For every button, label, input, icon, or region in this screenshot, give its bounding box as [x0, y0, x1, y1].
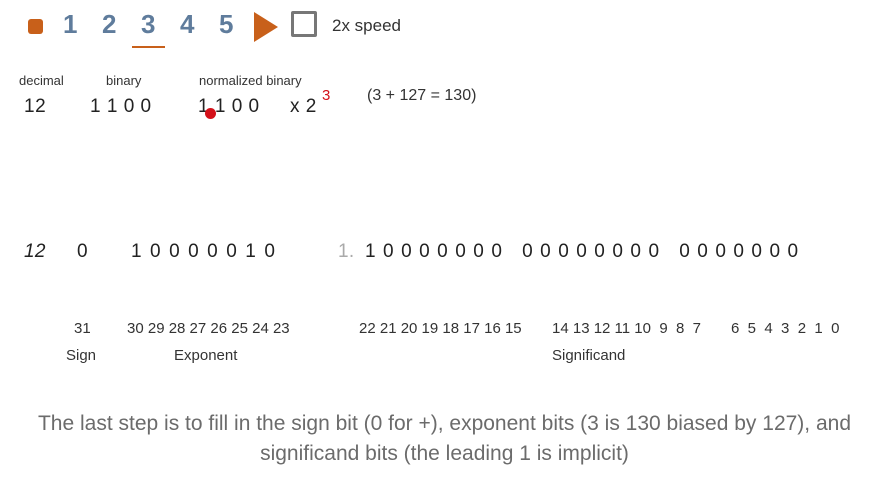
step-caption: The last step is to fill in the sign bit… [37, 412, 852, 465]
step-2-button[interactable]: 2 [102, 9, 116, 40]
speed-label: 2x speed [332, 16, 401, 35]
binary-point-marker [205, 108, 216, 119]
decimal-value: 12 [24, 96, 47, 117]
exponent-indices: 30 29 28 27 26 25 24 23 [127, 320, 290, 337]
normalized-label: normalized binary [199, 73, 302, 88]
active-step-indicator [132, 46, 165, 48]
exponent-bits: 1 0 0 0 0 0 1 0 [131, 241, 277, 262]
bits-decimal: 12 [24, 241, 46, 262]
significand-section-label: Significand [552, 347, 626, 364]
significand-indices-c: 6 5 4 3 2 1 0 [731, 320, 840, 337]
step-1-button[interactable]: 1 [63, 9, 77, 40]
binary-value: 1 1 0 0 [90, 96, 152, 117]
significand-bits: 1 0 0 0 0 0 0 0 0 0 0 0 0 0 0 0 0 0 0 0 … [365, 241, 800, 262]
speed-checkbox[interactable] [291, 11, 317, 37]
significand-indices-b: 14 13 12 11 10 9 8 7 [552, 320, 702, 337]
play-icon[interactable] [254, 12, 278, 42]
step-4-button[interactable]: 4 [180, 9, 194, 40]
step-3-button[interactable]: 3 [141, 9, 155, 40]
sign-section-label: Sign [66, 347, 97, 364]
sign-bit: 0 [77, 241, 88, 262]
stop-button[interactable] [28, 19, 43, 34]
exponent-value: 3 [322, 87, 331, 104]
significand-indices-a: 22 21 20 19 18 17 16 15 [359, 320, 522, 337]
implicit-leading-one: 1. [338, 241, 355, 262]
exponent-section-label: Exponent [174, 347, 238, 364]
times-two: x 2 [290, 96, 317, 117]
decimal-label: decimal [19, 73, 64, 88]
step-5-button[interactable]: 5 [219, 9, 233, 40]
bias-calculation: (3 + 127 = 130) [367, 87, 477, 104]
sign-index: 31 [74, 320, 91, 337]
binary-label: binary [106, 73, 142, 88]
